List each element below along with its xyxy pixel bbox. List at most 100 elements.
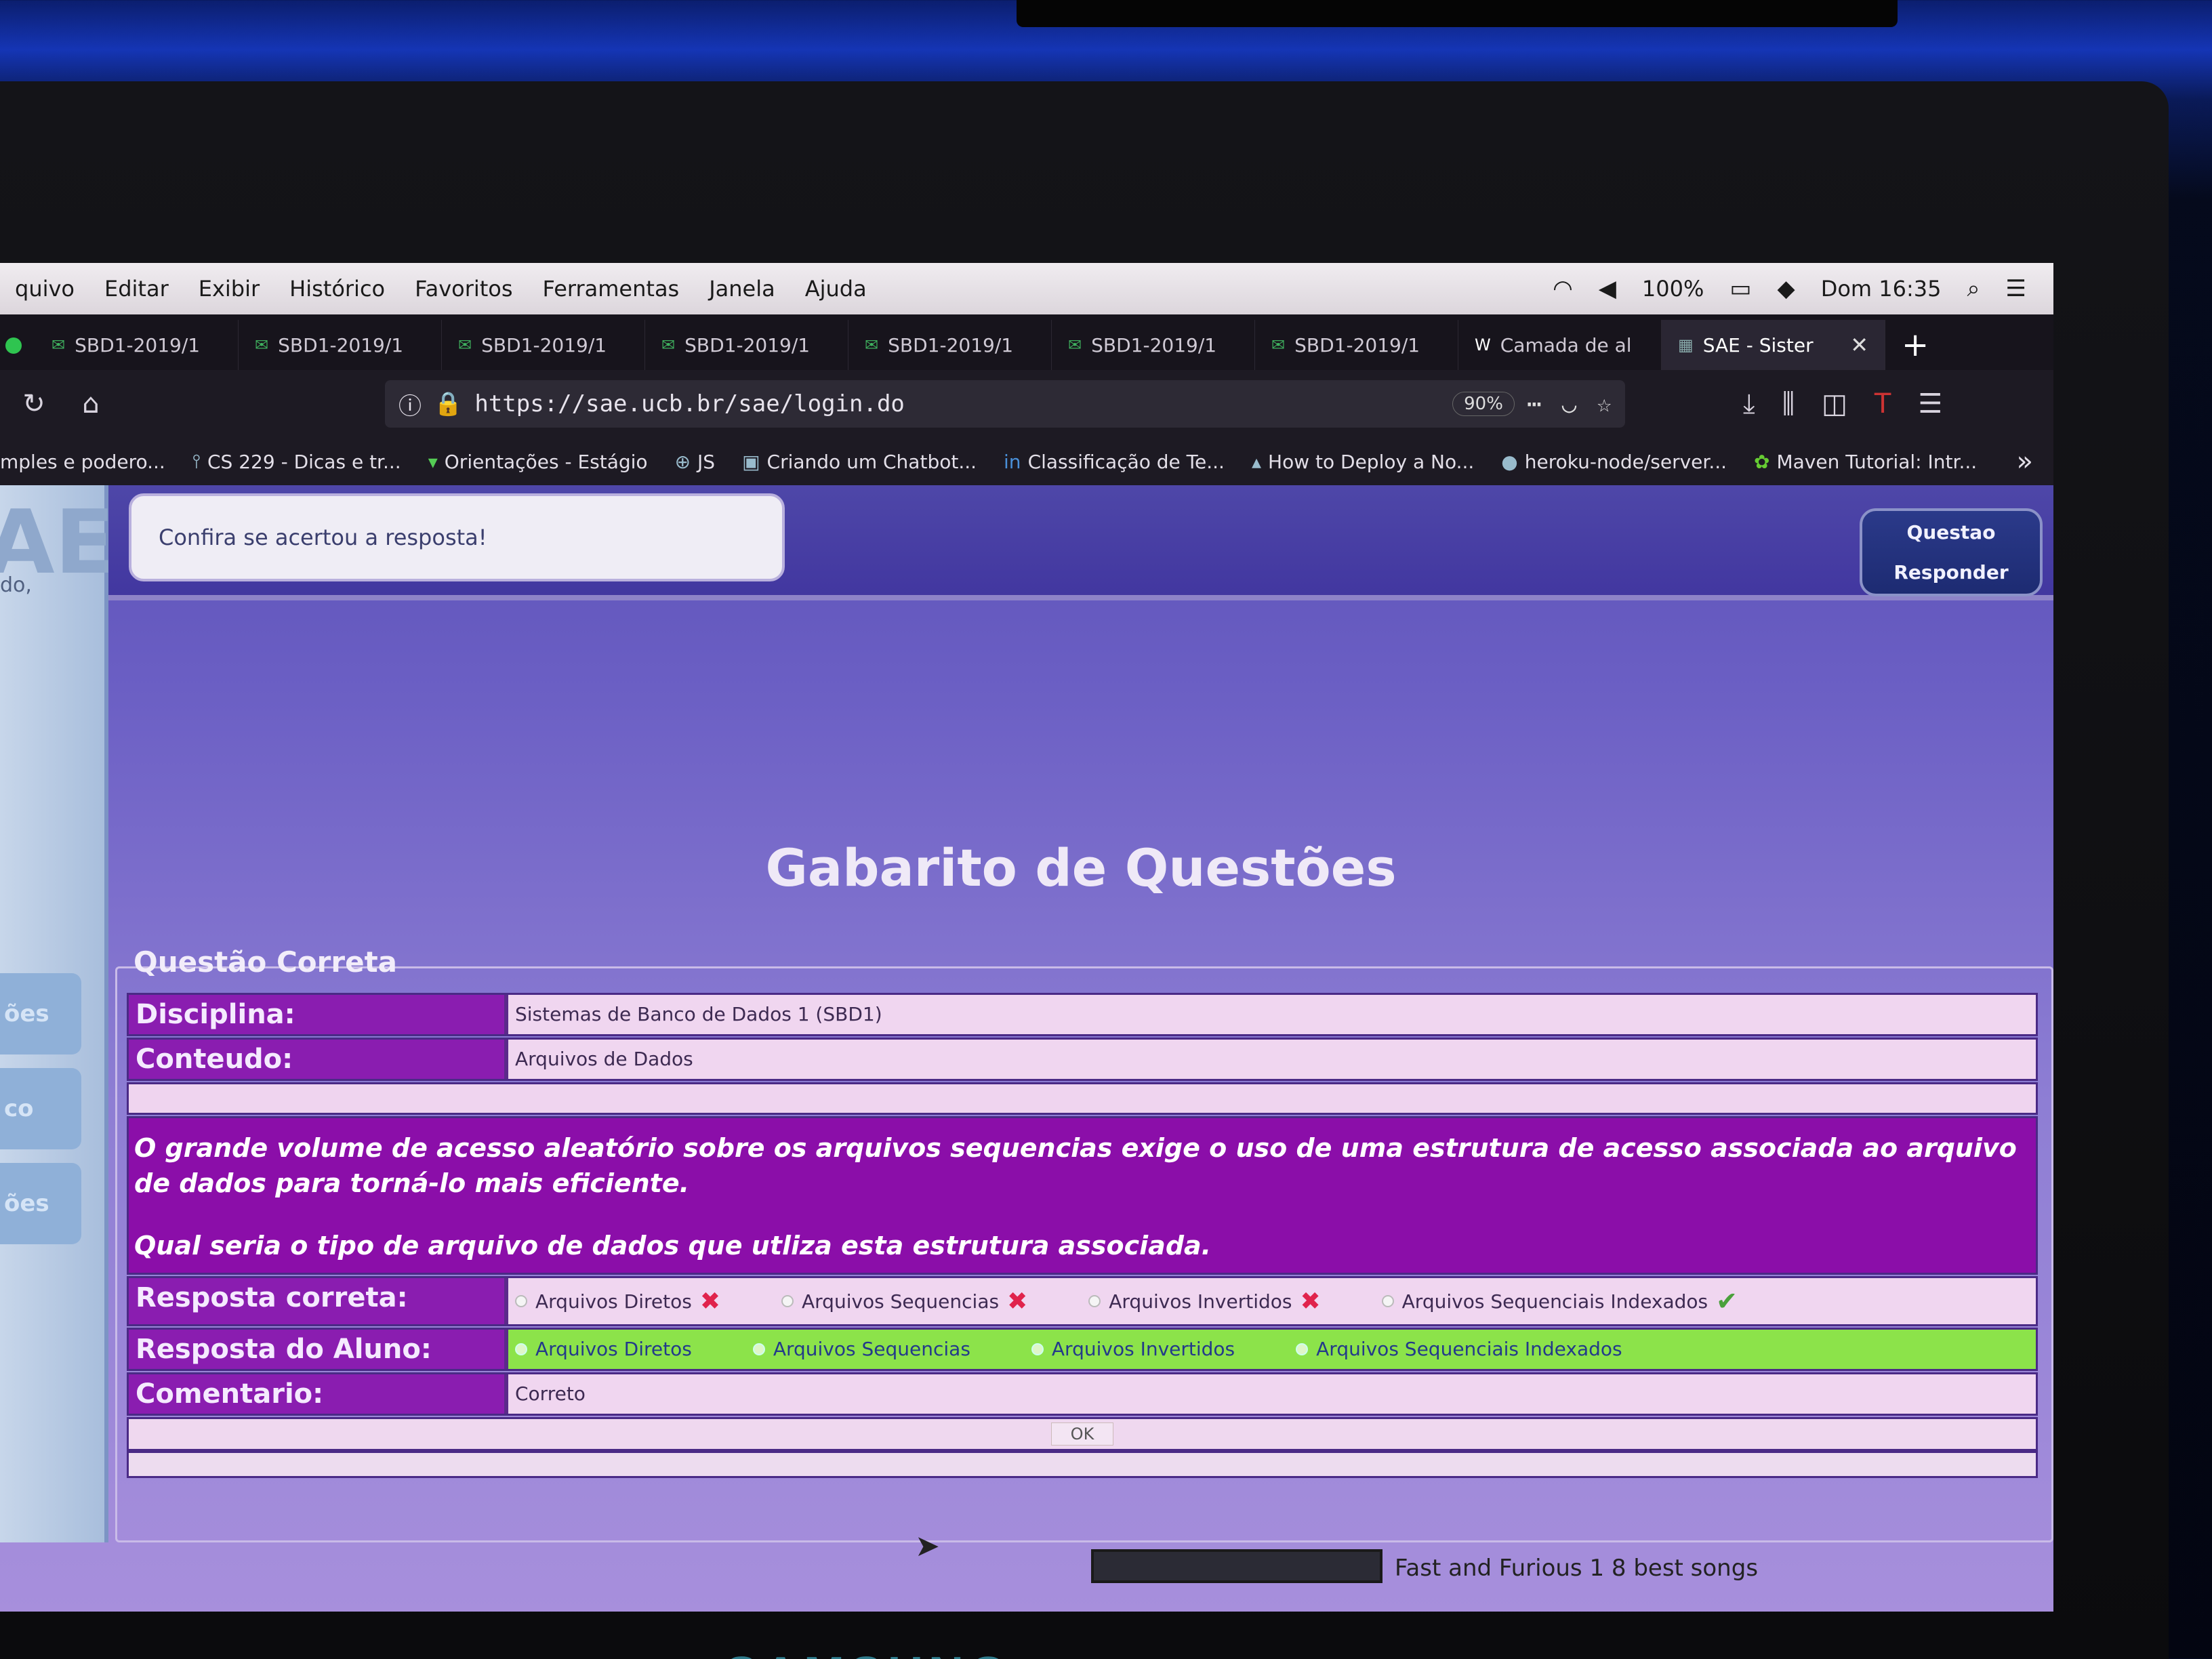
disciplina-value: Sistemas de Banco de Dados 1 (SBD1) [508, 995, 2036, 1034]
media-title[interactable]: Fast and Furious 1 8 best songs [1395, 1555, 1758, 1582]
page-actions-icon[interactable]: ⋯ [1527, 390, 1542, 418]
spotlight-search-icon[interactable]: ⌕ [1967, 275, 1980, 302]
background-light-bar [1017, 0, 1898, 27]
tab-camada[interactable]: W Camada de al [1458, 320, 1662, 370]
menu-janela[interactable]: Janela [694, 276, 790, 302]
info-icon[interactable]: ⓘ [398, 388, 422, 421]
tab-sbd1-4[interactable]: ✉ SBD1-2019/1 [645, 320, 848, 370]
sidebar-toggle-icon[interactable]: ◫ [1822, 388, 1847, 419]
volume-icon[interactable]: ◀ [1599, 275, 1616, 302]
option-label: Arquivos Invertidos [1051, 1338, 1235, 1360]
ok-button[interactable]: OK [1050, 1422, 1114, 1446]
gmail-icon: ✉ [458, 335, 472, 354]
student-option[interactable]: Arquivos Diretos [515, 1338, 692, 1360]
student-option[interactable]: Arquivos Invertidos [1031, 1338, 1235, 1360]
pocket-icon[interactable]: ◡ [1562, 390, 1577, 418]
bookmark-star-icon[interactable]: ☆ [1597, 390, 1612, 418]
bookmark-label: mples e podero... [0, 450, 165, 473]
ok-row: OK [127, 1417, 2038, 1451]
menu-editar[interactable]: Editar [89, 276, 184, 302]
radio-button[interactable] [752, 1343, 765, 1355]
reload-icon[interactable]: ↻ [14, 388, 54, 419]
sidebar-item-2[interactable]: co [0, 1068, 81, 1149]
sae-favicon-icon: ▦ [1678, 335, 1694, 354]
bookmark-item[interactable]: in Classificação de Te... [1004, 451, 1225, 473]
notification-center-icon[interactable]: ☰ [2006, 275, 2026, 302]
tab-sbd1-5[interactable]: ✉ SBD1-2019/1 [848, 320, 1052, 370]
url-bar[interactable]: ⓘ 🔒 https://sae.ucb.br/sae/login.do 90% … [385, 380, 1625, 428]
medium-icon: ▴ [1251, 450, 1262, 473]
extension-icon[interactable]: T [1875, 388, 1891, 419]
radio-button[interactable] [1031, 1343, 1044, 1355]
spacer-row [127, 1082, 2038, 1115]
tab-label: Camada de al [1500, 333, 1632, 356]
menu-ajuda[interactable]: Ajuda [790, 276, 882, 302]
home-icon[interactable]: ⌂ [70, 388, 111, 419]
bookmark-item[interactable]: mples e podero... [0, 451, 165, 473]
menu-exibir[interactable]: Exibir [184, 276, 274, 302]
bookmark-item[interactable]: ✿ Maven Tutorial: Intr... [1754, 451, 1977, 473]
menu-historico[interactable]: Histórico [274, 276, 400, 302]
button-line-1: Questao [1906, 521, 1996, 544]
bookmark-item[interactable]: ⫯ CS 229 - Dicas e tr... [192, 450, 401, 473]
correct-option: Arquivos Diretos ✖ [515, 1288, 720, 1315]
comment-label: Comentario: [129, 1374, 508, 1414]
correct-option: Arquivos Invertidos ✖ [1088, 1288, 1321, 1315]
clock[interactable]: Dom 16:35 [1821, 276, 1942, 302]
url-text[interactable]: https://sae.ucb.br/sae/login.do [474, 390, 905, 417]
tab-label: SBD1-2019/1 [888, 333, 1014, 356]
menu-arquivo[interactable]: quivo [0, 276, 89, 302]
library-icon[interactable]: ⫼ [1782, 388, 1795, 419]
student-option[interactable]: Arquivos Sequenciais Indexados [1296, 1338, 1622, 1360]
bookmark-item[interactable]: ▴ How to Deploy a No... [1252, 451, 1474, 473]
bookmark-item[interactable]: ● heroku-node/server... [1501, 451, 1727, 473]
fieldset-legend: Questão Correta [134, 945, 397, 979]
maven-icon: ✿ [1754, 450, 1770, 473]
zoom-level[interactable]: 90% [1452, 392, 1515, 416]
option-label: Arquivos Sequencias [773, 1338, 970, 1360]
monitor-brand-logo: SAMSUNG [725, 1647, 1007, 1659]
tab-sbd1-1[interactable]: ✉ SBD1-2019/1 [35, 320, 239, 370]
linkedin-icon: in [1004, 450, 1021, 473]
conteudo-label: Conteudo: [129, 1040, 508, 1079]
sidebar-item-3[interactable]: ões [0, 1163, 81, 1244]
conteudo-value: Arquivos de Dados [508, 1040, 2036, 1079]
bookmark-item[interactable]: ▾ Orientações - Estágio [428, 451, 648, 473]
browser-nav-bar: ↻ ⌂ ⓘ 🔒 https://sae.ucb.br/sae/login.do … [0, 370, 2053, 438]
sidebar-item-1[interactable]: ões [0, 973, 81, 1054]
menu-ferramentas[interactable]: Ferramentas [528, 276, 695, 302]
downloads-icon[interactable]: ⤓ [1743, 388, 1755, 419]
wifi-icon[interactable]: ◠ [1553, 275, 1573, 302]
battery-icon[interactable]: ▭ [1729, 275, 1751, 302]
tab-sae-active[interactable]: ▦ SAE - Sister ✕ [1662, 320, 1885, 370]
question-fieldset: Questão Correta Disciplina: Sistemas de … [115, 945, 2053, 1542]
tab-sbd1-2[interactable]: ✉ SBD1-2019/1 [239, 320, 442, 370]
close-tab-icon[interactable]: ✕ [1850, 332, 1868, 358]
option-label: Arquivos Sequenciais Indexados [1401, 1290, 1708, 1313]
student-option[interactable]: Arquivos Sequencias [752, 1338, 970, 1360]
radio-button[interactable] [515, 1343, 527, 1355]
globe-icon: ⊕ [674, 450, 691, 473]
bookmark-item[interactable]: ▣ Criando um Chatbot... [742, 451, 977, 473]
bookmark-item[interactable]: ⊕ JS [675, 451, 716, 473]
radio-button[interactable] [1296, 1343, 1309, 1355]
tab-sbd1-3[interactable]: ✉ SBD1-2019/1 [442, 320, 645, 370]
answer-question-button[interactable]: Questao Responder [1860, 508, 2043, 596]
bookmark-favicon-icon: ▾ [428, 450, 438, 473]
new-tab-button[interactable]: + [1885, 320, 1945, 370]
bookmark-label: Criando um Chatbot... [766, 450, 977, 473]
question-prompt: Qual seria o tipo de arquivo de dados qu… [134, 1231, 1212, 1261]
screen: quivo Editar Exibir Histórico Favoritos … [0, 263, 2053, 1612]
tab-sbd1-7[interactable]: ✉ SBD1-2019/1 [1255, 320, 1458, 370]
tab-sbd1-6[interactable]: ✉ SBD1-2019/1 [1052, 320, 1255, 370]
menu-favoritos[interactable]: Favoritos [400, 276, 527, 302]
bookmarks-overflow-icon[interactable]: » [2017, 446, 2053, 477]
lock-icon[interactable]: 🔒 [434, 390, 462, 417]
window-zoom-icon[interactable] [5, 337, 22, 354]
option-label: Arquivos Diretos [535, 1290, 692, 1313]
student-answer-options: Arquivos Diretos Arquivos Sequencias Arq… [508, 1330, 2036, 1369]
media-thumbnail[interactable] [1091, 1549, 1382, 1583]
input-source-flag-icon[interactable]: ◆ [1778, 275, 1795, 302]
button-line-2: Responder [1893, 561, 2009, 583]
hamburger-menu-icon[interactable]: ☰ [1918, 388, 1942, 419]
